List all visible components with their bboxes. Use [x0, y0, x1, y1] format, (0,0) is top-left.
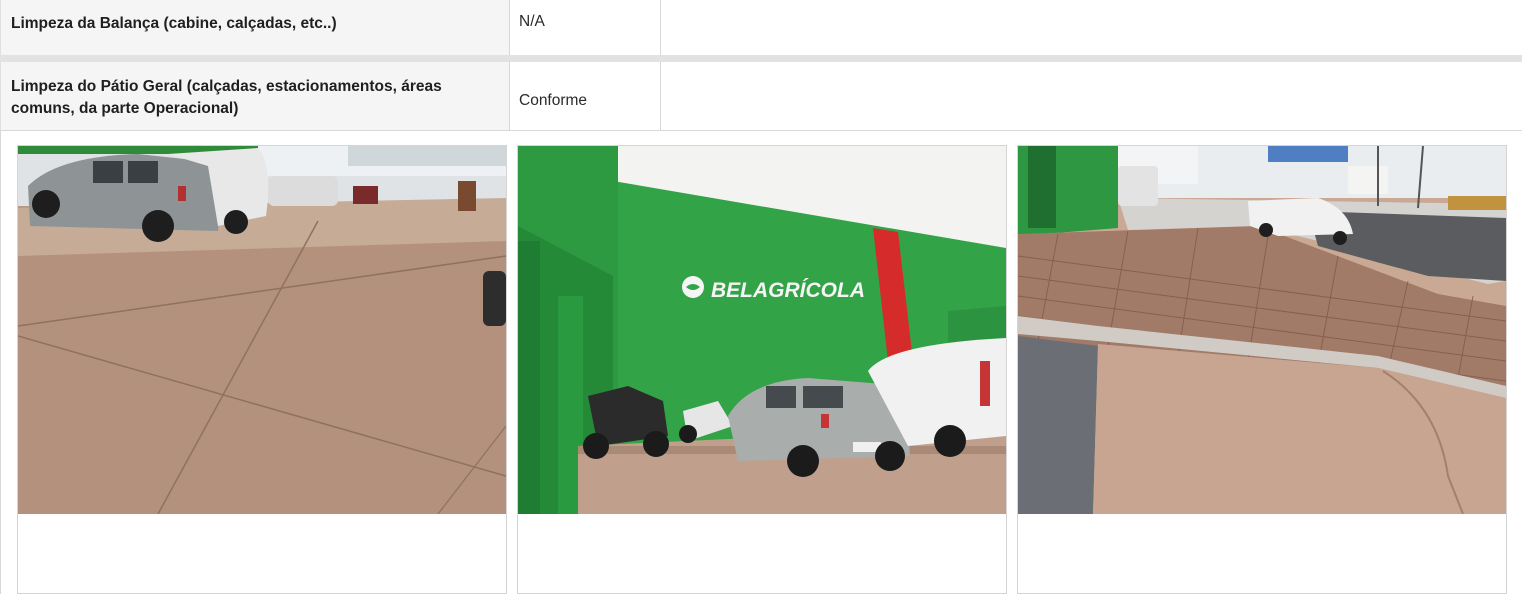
- checklist-row: Limpeza do Pátio Geral (calçadas, estaci…: [0, 62, 1522, 131]
- item-notes: [661, 62, 1522, 130]
- photo-card[interactable]: BELAGRÍCOLA: [517, 145, 1007, 594]
- inspection-report: Limpeza da Balança (cabine, calçadas, et…: [0, 0, 1522, 594]
- photo-building-facade[interactable]: BELAGRÍCOLA: [518, 146, 1006, 514]
- item-status: Conforme: [510, 62, 661, 130]
- photo-gallery: BELAGRÍCOLA: [0, 131, 1522, 594]
- photo-card[interactable]: [17, 145, 507, 594]
- item-notes: [661, 0, 1522, 55]
- row-separator: [0, 55, 1522, 62]
- checklist-row: Limpeza da Balança (cabine, calçadas, et…: [0, 0, 1522, 55]
- photo-parking-lot[interactable]: [18, 146, 506, 514]
- photo-caption: [518, 514, 1006, 593]
- item-label: Limpeza do Pátio Geral (calçadas, estaci…: [0, 62, 510, 130]
- item-label: Limpeza da Balança (cabine, calçadas, et…: [0, 0, 510, 55]
- item-status: N/A: [510, 0, 661, 55]
- photo-card[interactable]: [1017, 145, 1507, 594]
- photo-caption: [18, 514, 506, 593]
- photo-caption: [1018, 514, 1506, 593]
- photo-sidewalk[interactable]: [1018, 146, 1506, 514]
- facade-sign-text: BELAGRÍCOLA: [711, 279, 865, 302]
